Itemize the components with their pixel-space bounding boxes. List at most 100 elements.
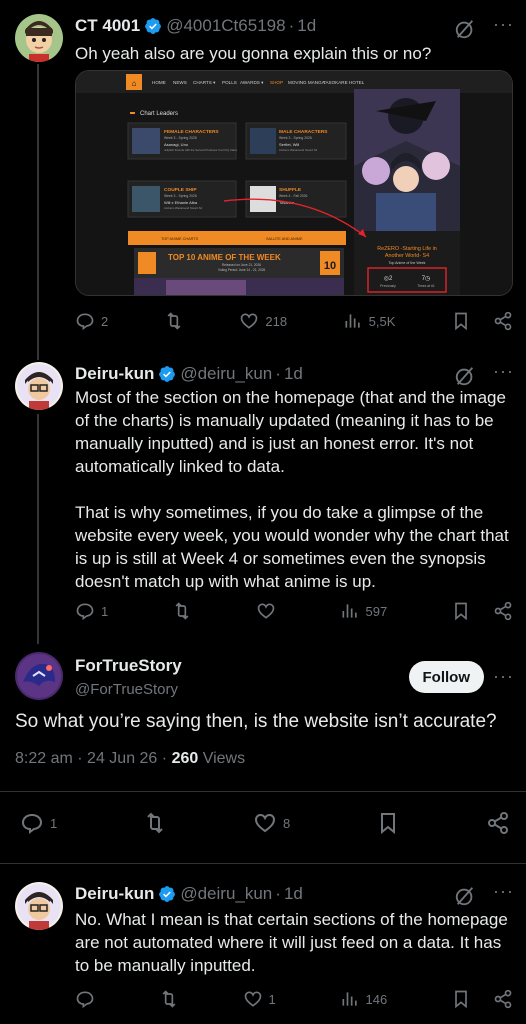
views-button[interactable]: 597	[340, 601, 388, 621]
nav-item: AWARDS ▾	[240, 80, 264, 85]
bookmark-icon[interactable]	[451, 311, 471, 331]
separator-dot: ·	[161, 750, 172, 767]
more-options-icon[interactable]: ···	[493, 881, 514, 902]
tweet-media-image[interactable]: ⌂ HOME NEWS CHARTS ▾ POLLS AWARDS ▾ SHOP…	[75, 70, 513, 296]
svg-text:FEMALE CHARACTERS: FEMALE CHARACTERS	[164, 129, 219, 135]
tweet-header: CT 4001 @4001Ct65198 · 1d	[75, 16, 316, 36]
divider	[0, 791, 526, 792]
bookmark-icon[interactable]	[451, 989, 471, 1009]
tweet-4[interactable]: Deiru-kun @deiru_kun · 1d ··· No. What I…	[0, 864, 526, 1024]
like-count: 218	[265, 313, 288, 329]
heart-icon	[244, 991, 261, 1007]
grok-icon[interactable]	[454, 18, 476, 40]
share-icon	[487, 812, 508, 834]
timestamp[interactable]: 1d	[284, 364, 303, 384]
bookmark-icon	[381, 813, 396, 835]
svg-text:Serflet, Will: Serflet, Will	[279, 142, 299, 147]
display-name[interactable]: CT 4001	[75, 16, 140, 36]
nav-item: NEWS	[173, 80, 187, 85]
bookmark-icon[interactable]	[451, 601, 471, 621]
avatar[interactable]	[15, 14, 63, 62]
retweet-icon	[175, 602, 189, 620]
reply-button[interactable]: 1	[20, 811, 57, 835]
display-name[interactable]: Deiru-kun	[75, 364, 154, 384]
retweet-button[interactable]	[159, 989, 179, 1009]
tweet-text: So what you’re saying then, is the websi…	[15, 711, 497, 732]
retweet-icon	[147, 812, 163, 834]
svg-text:Week 3 - Spring 2026: Week 3 - Spring 2026	[279, 136, 312, 140]
share-button[interactable]	[486, 811, 510, 835]
svg-text:Week 4 - Fall 2026: Week 4 - Fall 2026	[279, 194, 308, 198]
retweet-icon	[162, 990, 176, 1008]
retweet-button[interactable]	[164, 311, 184, 331]
nav-item: TASOKARE HOTEL	[323, 80, 365, 85]
more-options-icon[interactable]: ···	[493, 14, 514, 35]
views-button[interactable]: 5,5K	[343, 311, 396, 331]
grok-icon[interactable]	[454, 885, 476, 907]
user-handle[interactable]: @deiru_kun	[180, 884, 272, 904]
user-handle[interactable]: @ForTrueStory	[75, 681, 178, 698]
svg-text:Ambezo Wanarsend Sword S2: Ambezo Wanarsend Sword S2	[164, 206, 203, 210]
views-button[interactable]: 146	[340, 989, 388, 1009]
more-options-icon[interactable]: ···	[493, 666, 514, 687]
tweet-text: Oh yeah also are you gonna explain this …	[75, 44, 432, 63]
svg-text:SHUFFLE: SHUFFLE	[279, 187, 302, 193]
tweet-1[interactable]: CT 4001 @4001Ct65198 · 1d ··· Oh yeah al…	[0, 0, 526, 350]
timestamp[interactable]: 1d	[284, 884, 303, 904]
reply-count: 1	[50, 815, 58, 831]
share-icon[interactable]	[493, 311, 513, 331]
tweet-paragraph: That is why sometimes, if you do take a …	[75, 503, 509, 591]
reply-icon	[21, 813, 43, 834]
poster-title-line2: Another World- S4	[385, 253, 429, 259]
svg-text:TOP ANIME CHARTS: TOP ANIME CHARTS	[161, 237, 199, 241]
svg-text:◎2: ◎2	[384, 276, 393, 282]
share-icon[interactable]	[493, 601, 513, 621]
views-icon	[345, 314, 360, 328]
verified-badge-icon	[159, 366, 176, 382]
svg-text:Week 3 - Spring 2026: Week 3 - Spring 2026	[164, 136, 197, 140]
view-count: 597	[365, 603, 388, 619]
like-button[interactable]: 8	[253, 811, 290, 835]
svg-text:Top Anime of the Week: Top Anime of the Week	[389, 261, 426, 265]
more-options-icon[interactable]: ···	[493, 361, 514, 382]
timestamp[interactable]: 1d	[297, 16, 316, 36]
reply-button[interactable]: 2	[75, 311, 108, 331]
reply-icon	[76, 313, 94, 331]
user-handle[interactable]: @deiru_kun	[180, 364, 272, 384]
like-button[interactable]	[256, 601, 276, 621]
svg-text:COUPLE SHIP: COUPLE SHIP	[164, 187, 197, 193]
reply-icon	[76, 603, 94, 621]
like-button[interactable]: 1	[243, 989, 276, 1009]
reply-count: 1	[101, 603, 109, 619]
display-name[interactable]: Deiru-kun	[75, 884, 154, 904]
tweet-date[interactable]: 24 Jun 26	[87, 750, 157, 767]
chart-leaders-label: Chart Leaders	[140, 111, 178, 117]
svg-text:10: 10	[324, 260, 336, 272]
verified-badge-icon	[145, 18, 162, 34]
tweet-time[interactable]: 8:22 am	[15, 750, 73, 767]
svg-text:7◷: 7◷	[422, 276, 431, 282]
like-button[interactable]: 218	[239, 311, 287, 331]
share-icon[interactable]	[493, 989, 513, 1009]
retweet-button[interactable]	[172, 601, 192, 621]
verified-badge-icon	[159, 886, 176, 902]
view-count: 5,5K	[368, 313, 396, 329]
user-handle[interactable]: @4001Ct65198	[166, 16, 285, 36]
bookmark-button[interactable]	[376, 811, 400, 835]
display-name[interactable]: ForTrueStory	[75, 656, 182, 676]
avatar[interactable]	[15, 362, 63, 410]
reply-button[interactable]: 1	[75, 601, 108, 621]
tweet-2[interactable]: Deiru-kun @deiru_kun · 1d ··· Most of th…	[0, 350, 526, 645]
follow-button[interactable]: Follow	[408, 661, 484, 693]
grok-icon[interactable]	[454, 365, 476, 387]
tweet-paragraph: Most of the section on the homepage (tha…	[75, 388, 506, 476]
reply-button[interactable]	[75, 989, 95, 1009]
svg-text:Will x Ethanie Alba: Will x Ethanie Alba	[164, 200, 198, 205]
retweet-button[interactable]	[143, 811, 167, 835]
view-count: 146	[365, 991, 388, 1007]
nav-item: HOME	[152, 80, 166, 85]
avatar[interactable]	[15, 882, 63, 930]
focused-tweet-actions: 1 8	[20, 811, 510, 835]
avatar[interactable]	[15, 652, 63, 700]
svg-text:Jellyfish Friends with the Sec: Jellyfish Friends with the Second Profes…	[164, 148, 238, 152]
